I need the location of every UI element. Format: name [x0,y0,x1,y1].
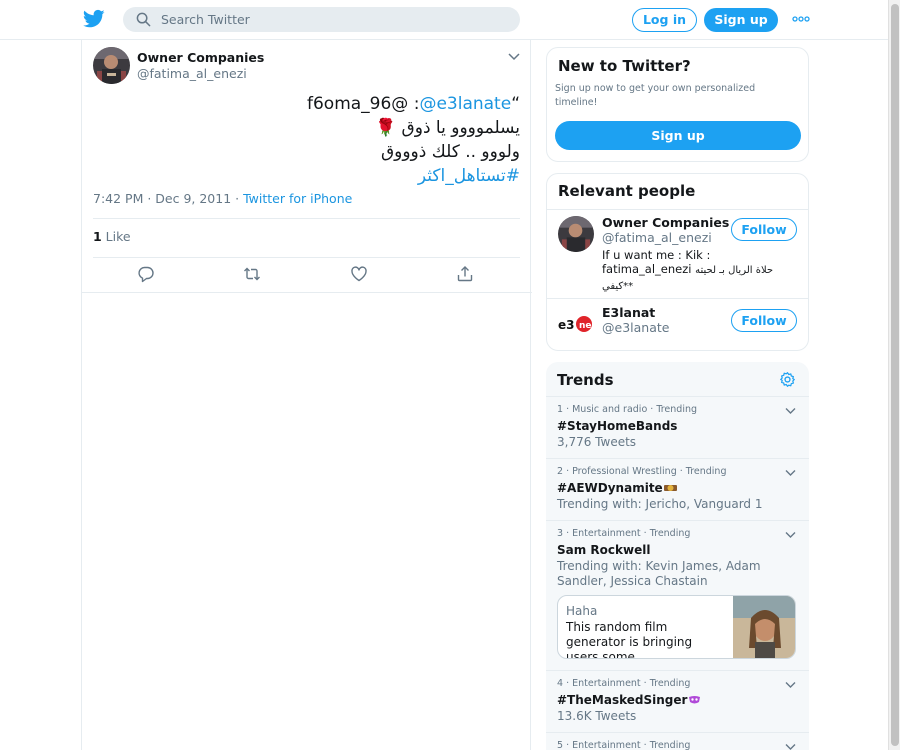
tweet-timestamp: 7:42 PM · Dec 9, 2011 · Twitter for iPho… [93,191,352,206]
settings-gear-icon[interactable] [779,371,796,388]
card-title: New to Twitter? [558,57,691,75]
svg-text:ne: ne [579,321,592,331]
trend-name-text: #AEWDynamite [557,481,663,495]
mention-link[interactable]: @e3lanate [419,94,511,114]
divider [93,218,520,219]
mask-icon [689,696,701,704]
trend-name[interactable]: #TheMaskedSinger [557,693,701,707]
hashtag-link[interactable]: #تستاهل_اكثر [93,164,520,188]
retweet-icon[interactable] [243,265,261,283]
trend-subtitle: 3,776 Tweets [557,435,637,449]
follow-button[interactable]: Follow [731,218,797,241]
login-button[interactable]: Log in [632,8,697,32]
scrollbar-thumb[interactable] [891,4,899,746]
trend-context: 3 · Entertainment · Trending [557,528,691,539]
search-icon [136,12,151,27]
tweet-text-line-2: يسلموووو يا ذوق 🌹 [374,118,520,138]
tweet-text-mention-prefix: f6oma_96@ : [307,94,420,114]
trend-name[interactable]: #AEWDynamite [557,481,677,495]
follow-button[interactable]: Follow [731,309,797,332]
person-bio: If u want me : Kik : fatima_al_enezi حلا… [602,248,797,294]
trend-item[interactable]: 1 · Music and radio · Trending #StayHome… [546,396,809,458]
search-bar[interactable] [123,7,520,32]
tweet-detail-column: Owner Companies @fatima_al_enezi f6oma_9… [81,40,532,750]
news-source: Haha [566,604,598,618]
chevron-down-icon[interactable] [785,407,796,415]
trend-subtitle: 13.6K Tweets [557,709,637,723]
chevron-down-icon[interactable] [785,531,796,539]
like-icon[interactable] [350,265,368,283]
tweet-text-line-3: ولووو .. كلك ذوووق [380,142,520,162]
bio-tail-text: كيفي** [602,281,634,292]
news-headline: This random film generator is bringing u… [566,620,693,659]
page-scrollbar[interactable] [888,0,900,750]
trend-name-text: #TheMaskedSinger [557,693,688,707]
person-name[interactable]: Owner Companies [602,215,729,230]
trend-item[interactable]: 5 · Entertainment · Trending [546,732,809,750]
news-thumbnail [733,596,795,658]
chevron-down-icon[interactable] [785,743,796,750]
trend-context: 2 · Professional Wrestling · Trending [557,466,727,477]
trend-context: 4 · Entertainment · Trending [557,678,691,689]
card-title: Trends [557,371,614,389]
tweet-text: f6oma_96@ :@e3lanate“ يسلموووو يا ذوق 🌹 … [93,92,520,188]
person-name[interactable]: E3lanat [602,305,655,320]
trend-name[interactable]: Sam Rockwell [557,543,650,557]
tweet-time[interactable]: 7:42 PM · Dec 9, 2011 · [93,191,243,206]
tweet-source-link[interactable]: Twitter for iPhone [243,191,352,206]
relevant-people-card: Relevant people Owner Companies @fatima_… [546,173,809,351]
trend-context: 5 · Entertainment · Trending [557,740,691,750]
author-name[interactable]: Owner Companies [137,50,264,65]
trend-name[interactable]: #StayHomeBands [557,419,677,433]
tweet-text-line-1: f6oma_96@ :@e3lanate“ [93,92,520,116]
divider [547,298,808,299]
person-handle[interactable]: @fatima_al_enezi [602,230,712,245]
search-input[interactable] [161,7,501,32]
reply-icon[interactable] [137,265,155,283]
card-title: Relevant people [558,182,696,200]
trend-item[interactable]: 2 · Professional Wrestling · Trending #A… [546,458,809,520]
card-description: Sign up now to get your own personalized… [555,83,756,108]
tweet-header: Owner Companies @fatima_al_enezi [93,47,523,87]
author-avatar[interactable] [93,47,130,84]
chevron-down-icon[interactable] [785,469,796,477]
divider [82,292,532,293]
person-avatar[interactable] [558,216,594,252]
divider [547,209,808,210]
top-nav-bar: Log in Sign up [0,0,888,40]
author-handle[interactable]: @fatima_al_enezi [137,66,247,81]
trend-item[interactable]: 3 · Entertainment · Trending Sam Rockwel… [546,520,809,670]
svg-text:e3: e3 [558,318,575,332]
like-count-number: 1 [93,229,102,244]
person-handle[interactable]: @e3lanate [602,320,669,335]
like-count[interactable]: 1 Like [93,229,131,244]
quote-mark: “ [511,94,520,114]
person-avatar[interactable]: e3 ne [558,306,594,342]
championship-belt-icon [663,485,677,491]
chevron-down-icon[interactable] [508,52,520,62]
signup-card-button[interactable]: Sign up [555,121,801,150]
share-icon[interactable] [456,265,474,283]
signup-button[interactable]: Sign up [704,8,778,32]
trend-item[interactable]: 4 · Entertainment · Trending #TheMaskedS… [546,670,809,732]
divider [93,257,520,258]
twitter-bird-icon[interactable] [83,9,105,29]
more-options-icon[interactable] [792,12,810,26]
trend-news-card[interactable]: Haha This random film generator is bring… [557,595,796,659]
trend-context: 1 · Music and radio · Trending [557,404,698,415]
like-count-label: Like [101,229,131,244]
trend-subtitle: Trending with: Jericho, Vanguard 1 [557,497,763,511]
trend-subtitle: Trending with: Kevin James, Adam Sandler… [557,559,761,588]
bio-arabic-text: حلاة الريال بـ لحيته [695,265,774,276]
trends-card: Trends 1 · Music and radio · Trending #S… [546,362,809,750]
chevron-down-icon[interactable] [785,681,796,689]
new-to-twitter-card: New to Twitter? Sign up now to get your … [546,47,809,162]
